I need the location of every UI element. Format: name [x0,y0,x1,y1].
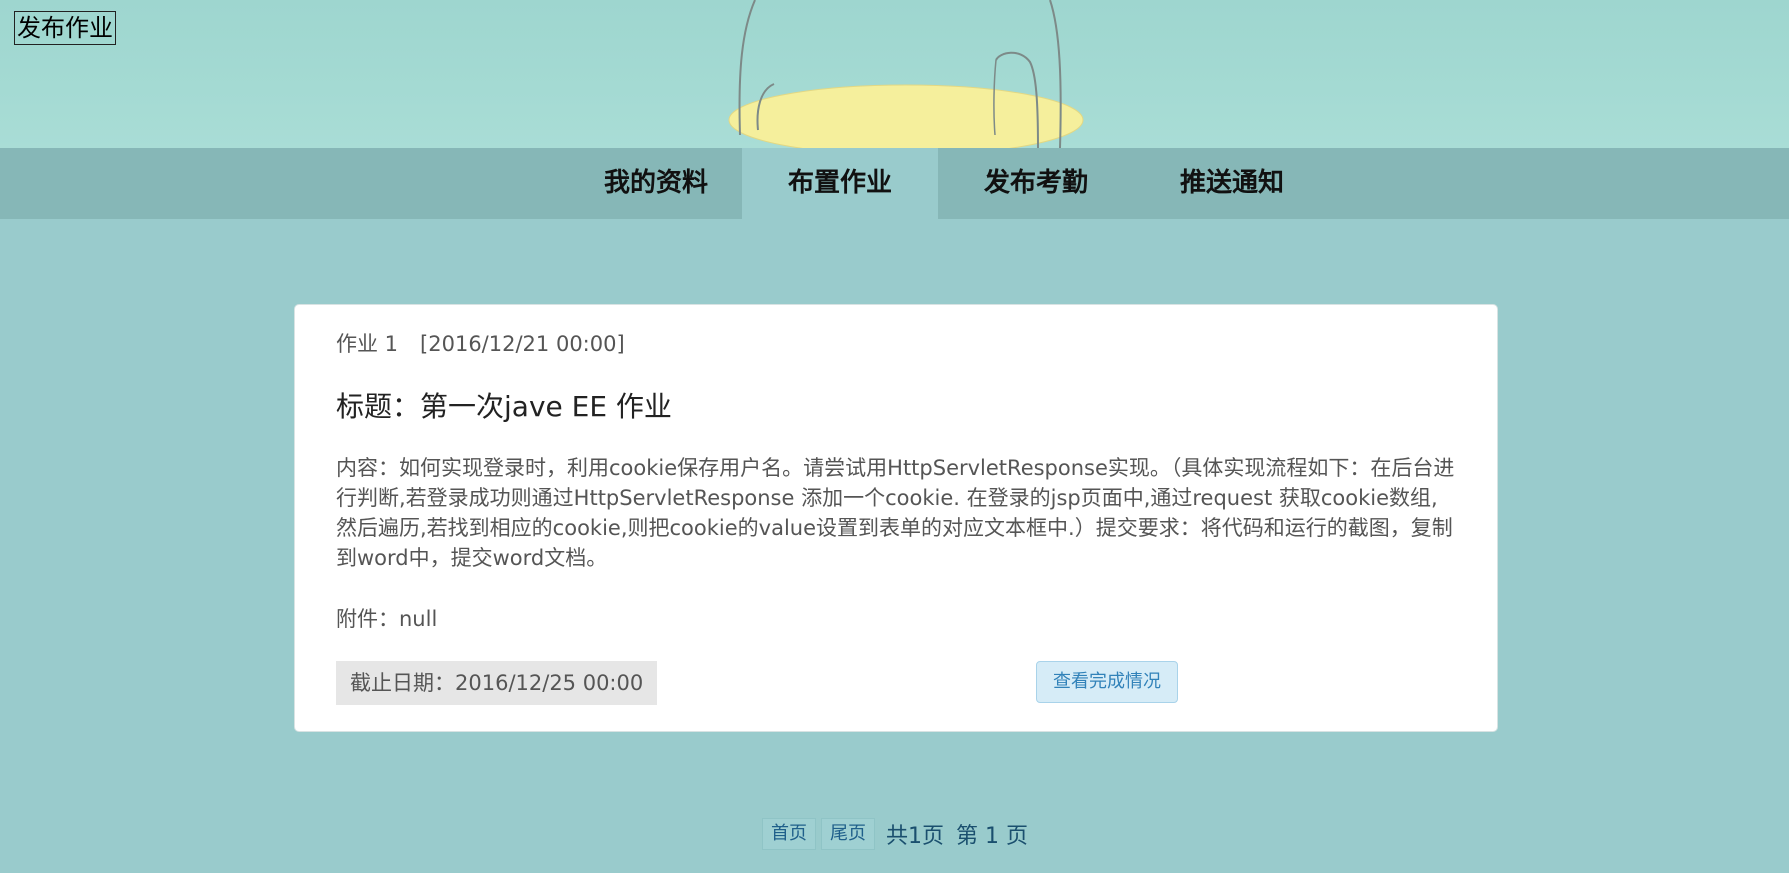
homework-attachment: 附件：null [336,607,438,631]
pagination: 首页 尾页 共1页 第 1 页 [762,818,1028,850]
first-page-button[interactable]: 首页 [762,818,816,850]
homework-content: 内容：如何实现登录时，利用cookie保存用户名。请尝试用HttpServlet… [336,456,1455,570]
main-nav: 我的资料 布置作业 发布考勤 推送通知 [0,148,1789,219]
nav-item-push-notification[interactable]: 推送通知 [1134,148,1330,219]
homework-title: 标题：第一次jave EE 作业 [336,390,672,423]
view-completion-button[interactable]: 查看完成情况 [1036,661,1178,703]
current-page: 第 1 页 [956,824,1028,849]
nav-item-assign-homework[interactable]: 布置作业 [742,148,938,219]
homework-number: 作业 1 [336,332,399,356]
nav-item-my-profile[interactable]: 我的资料 [566,148,746,219]
nav-item-publish-attendance[interactable]: 发布考勤 [938,148,1134,219]
header-banner: 发布作业 [0,0,1789,148]
homework-publish-date: [2016/12/21 00:00] [420,332,625,356]
publish-homework-link[interactable]: 发布作业 [14,11,116,45]
last-page-button[interactable]: 尾页 [821,818,875,850]
banner-illustration [728,0,1084,148]
total-pages: 共1页 [886,824,944,849]
homework-deadline: 截止日期：2016/12/25 00:00 [336,661,658,705]
homework-meta: 作业 1 [2016/12/21 00:00] [336,328,625,358]
homework-card: 作业 1 [2016/12/21 00:00] 标题：第一次jave EE 作业 … [294,304,1498,732]
